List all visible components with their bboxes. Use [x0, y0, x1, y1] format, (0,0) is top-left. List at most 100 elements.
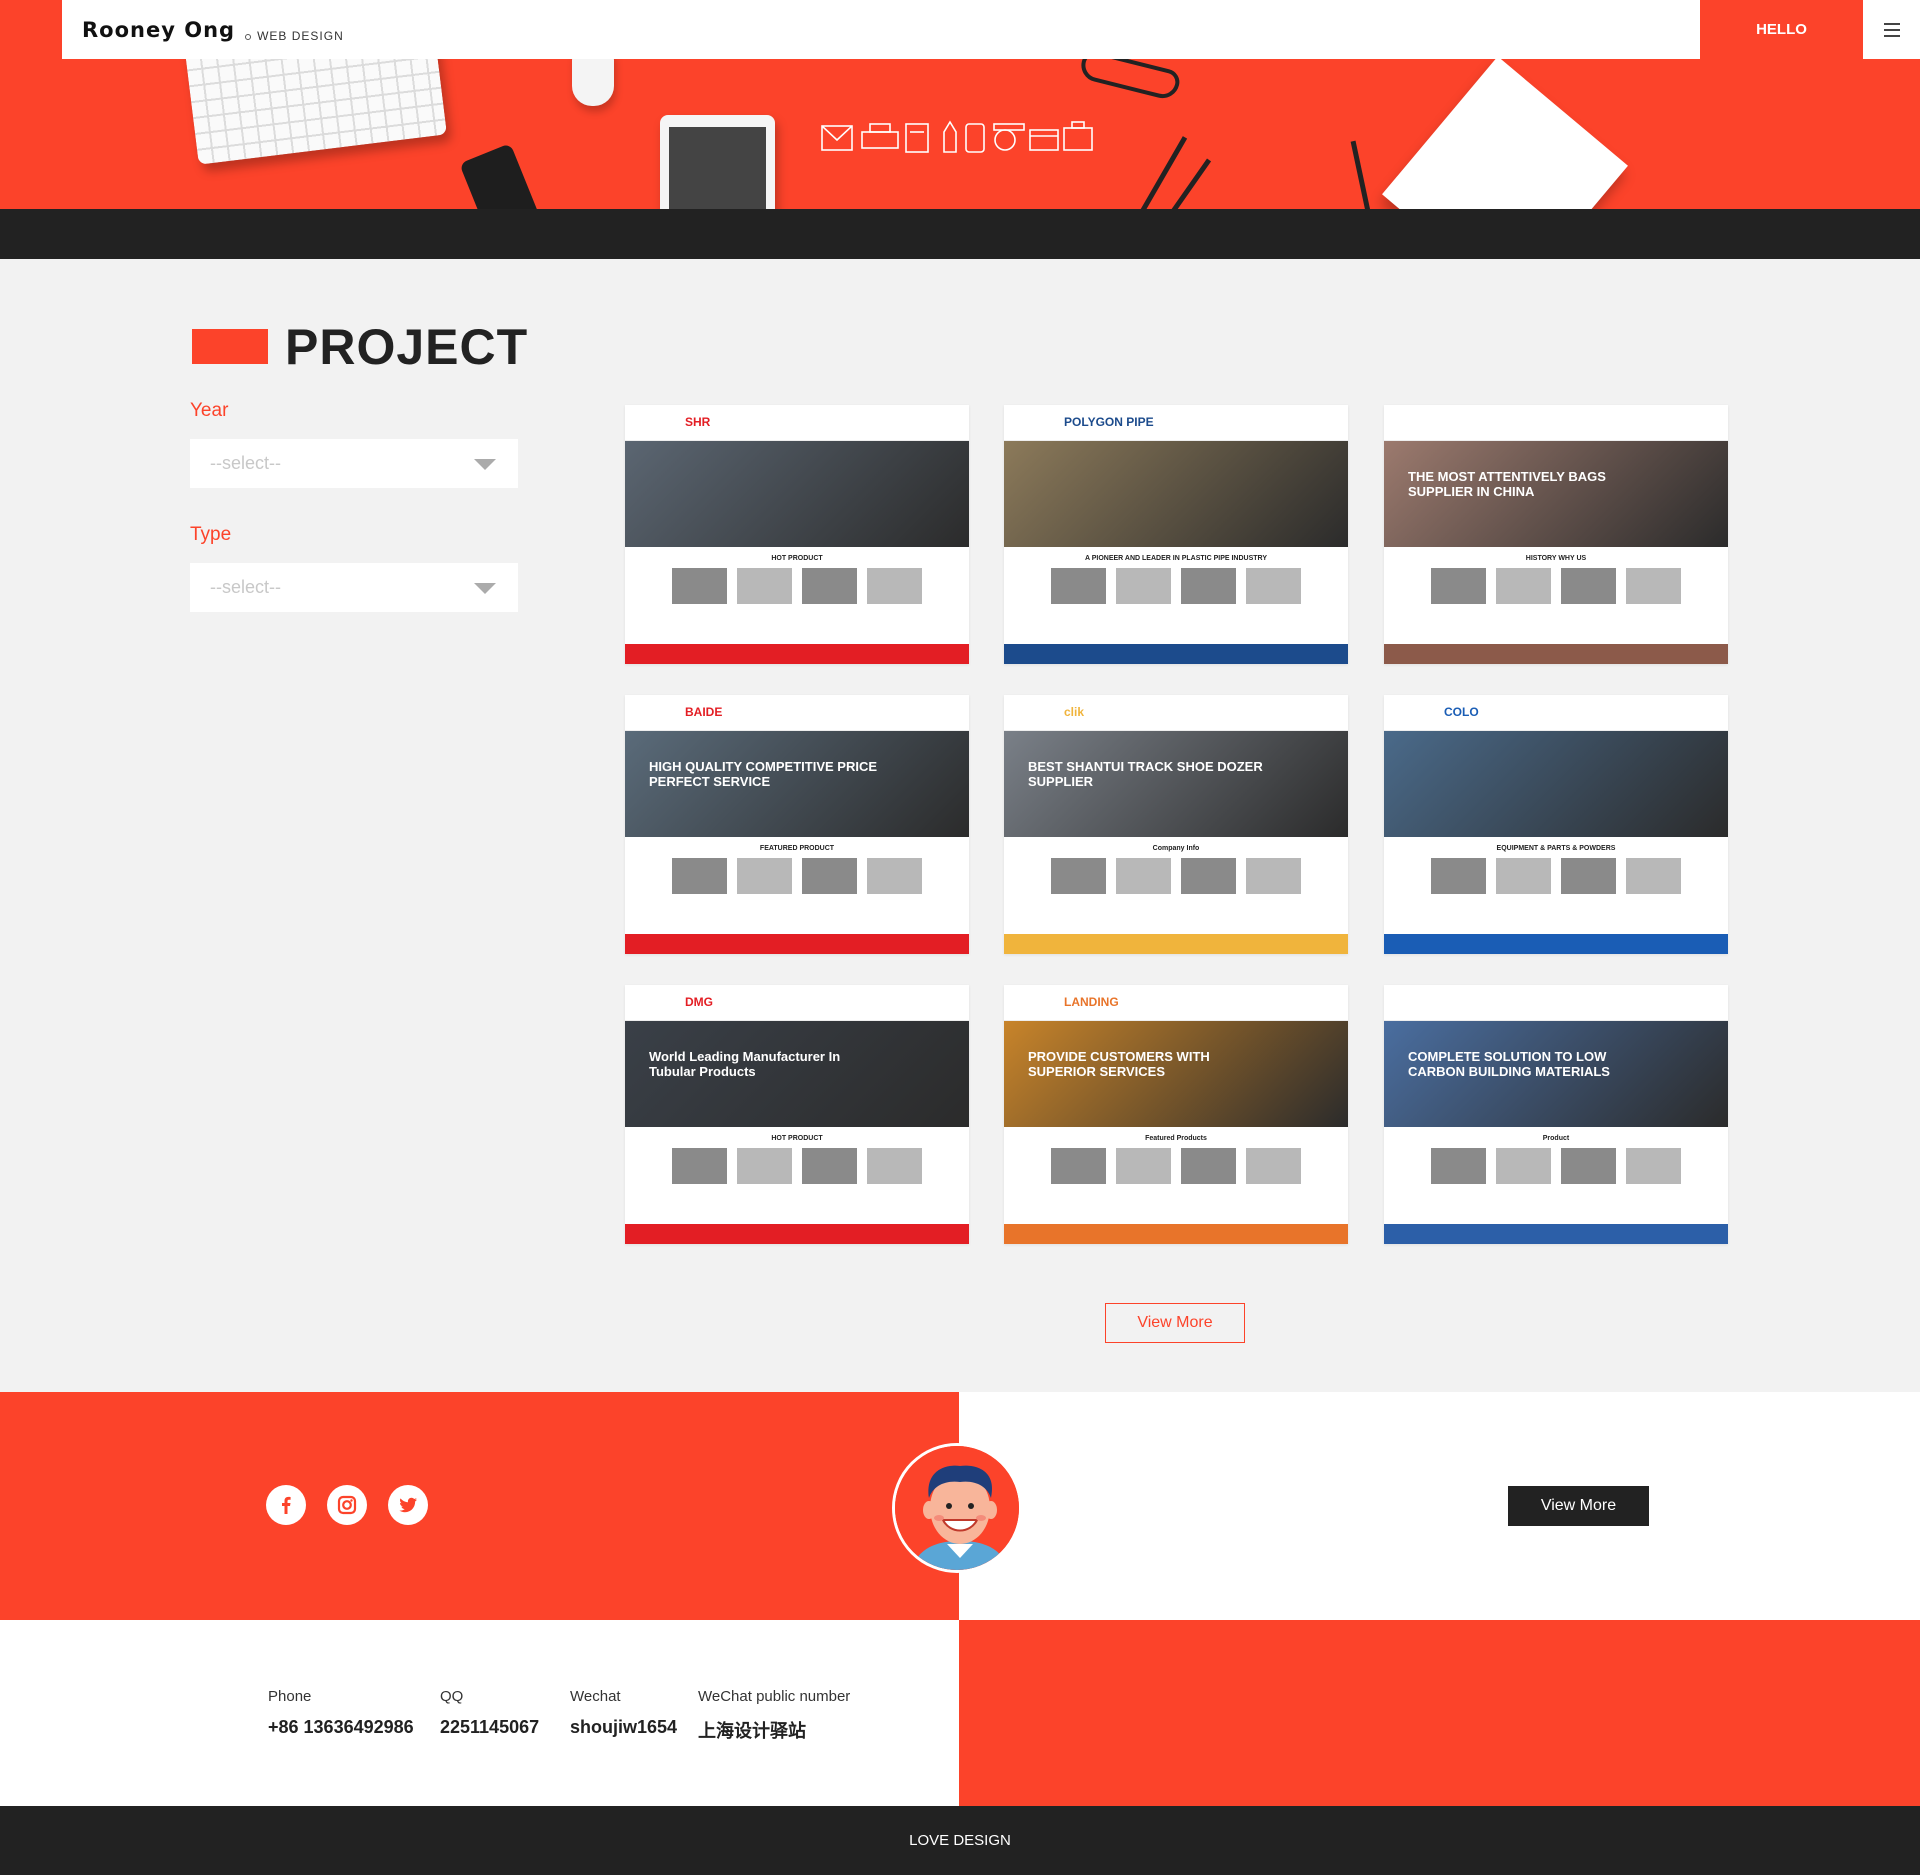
brand-subtitle: WEB DESIGN [257, 28, 344, 43]
facebook-icon[interactable] [266, 1485, 306, 1525]
phone-illustration [459, 143, 546, 209]
card-site-content: FEATURED PRODUCT [625, 837, 969, 902]
card-product-thumb [737, 858, 792, 894]
card-product-thumb [1116, 1148, 1171, 1184]
card-product-thumb [1116, 858, 1171, 894]
hamburger-menu-icon[interactable] [1863, 0, 1920, 59]
card-site-banner: BEST SHANTUI TRACK SHOE DOZER SUPPLIER [1004, 731, 1348, 837]
card-product-thumb [1181, 858, 1236, 894]
view-more-projects-button[interactable]: View More [1105, 1303, 1245, 1343]
office-line-icons [821, 120, 1093, 153]
footer: LOVE DESIGN [0, 1806, 1920, 1875]
wechat-public-value: 上海设计驿站 [698, 1721, 806, 1741]
card-product-thumb [1116, 568, 1171, 604]
card-site-header: BAIDE [625, 695, 969, 731]
project-card[interactable]: clik BEST SHANTUI TRACK SHOE DOZER SUPPLI… [1004, 695, 1348, 954]
card-product-thumb [1246, 568, 1301, 604]
card-site-header: clik [1004, 695, 1348, 731]
card-site-header: DMG [625, 985, 969, 1021]
card-product-thumb [1051, 858, 1106, 894]
brand-name[interactable]: Rooney Ong [82, 18, 235, 42]
card-banner-text: BEST SHANTUI TRACK SHOE DOZER SUPPLIER [1028, 759, 1263, 789]
card-site-logo: LANDING [1064, 995, 1119, 1009]
qq-info: QQ 2251145067 [440, 1688, 539, 1738]
wechat-info: Wechat shoujiw1654 [570, 1688, 677, 1738]
card-site-footer [1004, 1224, 1348, 1244]
card-site-banner: HIGH QUALITY COMPETITIVE PRICE PERFECT S… [625, 731, 969, 837]
wechat-public-info: WeChat public number 上海设计驿站 [698, 1688, 850, 1743]
card-product-thumb [1626, 858, 1681, 894]
qq-value: 2251145067 [440, 1717, 540, 1737]
card-site-content: Featured Products [1004, 1127, 1348, 1192]
card-site-header [1384, 985, 1728, 1021]
card-site-banner: PROVIDE CUSTOMERS WITH SUPERIOR SERVICES [1004, 1021, 1348, 1127]
project-card[interactable]: POLYGON PIPE A PIONEER AND LEADER IN PLAS… [1004, 405, 1348, 664]
wechat-public-label: WeChat public number [698, 1688, 851, 1705]
card-site-footer [625, 644, 969, 664]
card-site-header: SHR [625, 405, 969, 441]
card-product-thumb [802, 1148, 857, 1184]
card-product-thumb [802, 568, 857, 604]
view-more-about-button[interactable]: View More [1508, 1486, 1649, 1526]
qq-label: QQ [440, 1688, 464, 1705]
card-product-thumb [1561, 858, 1616, 894]
card-site-header: COLO [1384, 695, 1728, 731]
card-site-banner [1384, 731, 1728, 837]
project-card[interactable]: COLO EQUIPMENT & PARTS & POWDERS [1384, 695, 1728, 954]
card-product-thumb [1181, 568, 1236, 604]
twitter-icon[interactable] [388, 1485, 428, 1525]
card-product-thumb [672, 1148, 727, 1184]
card-product-thumb [1181, 1148, 1236, 1184]
hero-dark-band [0, 209, 1920, 259]
card-banner-text: THE MOST ATTENTIVELY BAGS SUPPLIER IN CH… [1408, 469, 1606, 499]
card-site-footer [1004, 934, 1348, 954]
card-product-thumb [1431, 858, 1486, 894]
card-site-content: Company Info [1004, 837, 1348, 902]
card-site-header: POLYGON PIPE [1004, 405, 1348, 441]
card-site-header: LANDING [1004, 985, 1348, 1021]
project-card[interactable]: THE MOST ATTENTIVELY BAGS SUPPLIER IN CH… [1384, 405, 1728, 664]
wechat-label: Wechat [570, 1688, 621, 1705]
chevron-down-icon [474, 583, 496, 594]
year-select[interactable]: --select-- [190, 439, 518, 488]
project-card[interactable]: LANDING PROVIDE CUSTOMERS WITH SUPERIOR S… [1004, 985, 1348, 1244]
section-accent-bar [192, 329, 268, 364]
type-filter-label: Type [190, 524, 232, 545]
card-banner-text: HIGH QUALITY COMPETITIVE PRICE PERFECT S… [649, 759, 878, 789]
card-product-thumb [1246, 1148, 1301, 1184]
contact-info-accent [959, 1620, 1920, 1806]
card-site-banner: World Leading Manufacturer In Tubular Pr… [625, 1021, 969, 1127]
type-select-value: --select-- [210, 577, 281, 597]
card-site-footer [1384, 644, 1728, 664]
card-section-title: HISTORY WHY US [1525, 555, 1587, 562]
card-product-thumb [1051, 1148, 1106, 1184]
card-product-thumb [1561, 1148, 1616, 1184]
card-site-footer [1004, 644, 1348, 664]
card-site-logo: DMG [685, 995, 713, 1009]
card-site-content: Product [1384, 1127, 1728, 1192]
card-site-banner: COMPLETE SOLUTION TO LOW CARBON BUILDING… [1384, 1021, 1728, 1127]
project-card[interactable]: DMG World Leading Manufacturer In Tubular… [625, 985, 969, 1244]
card-product-thumb [1051, 568, 1106, 604]
contact-left-panel [0, 1392, 959, 1620]
year-filter-label: Year [190, 400, 229, 421]
card-product-thumb [672, 858, 727, 894]
hello-button[interactable]: HELLO [1700, 0, 1863, 59]
instagram-icon[interactable] [327, 1485, 367, 1525]
card-section-title: FEATURED PRODUCT [759, 845, 835, 852]
card-product-thumb [1246, 858, 1301, 894]
project-card[interactable]: BAIDE HIGH QUALITY COMPETITIVE PRICE PERF… [625, 695, 969, 954]
tablet-illustration [660, 115, 775, 209]
card-banner-text: PROVIDE CUSTOMERS WITH SUPERIOR SERVICES [1028, 1049, 1210, 1079]
card-section-title: HOT PRODUCT [771, 1135, 823, 1142]
type-select[interactable]: --select-- [190, 563, 518, 612]
project-card[interactable]: SHR HOT PRODUCT [625, 405, 969, 664]
card-site-logo: SHR [685, 415, 711, 429]
card-product-thumb [737, 1148, 792, 1184]
card-product-thumb [1626, 568, 1681, 604]
section-title: PROJECT [285, 319, 529, 375]
card-product-thumb [737, 568, 792, 604]
card-banner-text: World Leading Manufacturer In Tubular Pr… [649, 1049, 841, 1079]
phone-value: +86 13636492986 [268, 1717, 414, 1737]
project-card[interactable]: COMPLETE SOLUTION TO LOW CARBON BUILDING… [1384, 985, 1728, 1244]
